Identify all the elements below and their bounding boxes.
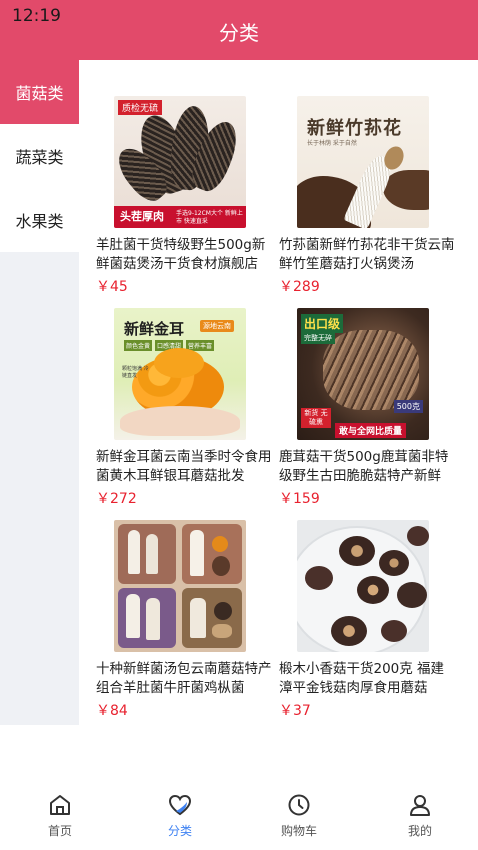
product-image[interactable]: 新鲜金耳 源地云南 颜色金黄 口感清甜 营养丰富 颗粒饱满 冷链直发 xyxy=(114,308,246,440)
quality-badge: 质检无硫 xyxy=(118,100,163,115)
product-card[interactable]: 新鲜金耳 源地云南 颜色金黄 口感清甜 营养丰富 颗粒饱满 冷链直发 新鲜金耳菌… xyxy=(96,308,272,508)
category-icon xyxy=(168,794,192,816)
tab-label: 首页 xyxy=(47,824,72,838)
category-page: 12:19 分类 菌菇类 蔬菜类 水果类 质检无硫 头茬厚肉 手选9-12CM大… xyxy=(0,0,478,850)
user-icon xyxy=(410,795,430,816)
product-card[interactable]: 出口级 完整无碎 新货 无硫熏 500克 敢与全网比质量 鹿茸菇干货500g鹿茸… xyxy=(279,308,455,508)
product-name: 椴木小香菇干货200克 福建漳平金钱菇肉厚食用蘑菇 xyxy=(279,661,445,696)
cart-clock-icon xyxy=(288,794,310,816)
product-image[interactable]: 质检无硫 头茬厚肉 手选9-12CM大个 新鲜上市 快速直采 xyxy=(114,96,246,228)
thumb-caption: 头茬厚肉 xyxy=(120,210,164,223)
product-image[interactable]: 出口级 完整无碎 新货 无硫熏 500克 敢与全网比质量 xyxy=(297,308,429,440)
bottom-tabbar: 首页 分类 购物车 我的 xyxy=(0,780,478,850)
product-price: ￥289 xyxy=(279,279,320,295)
product-name: 竹荪菌新鲜竹荪花非干货云南鲜竹笙蘑菇打火锅煲汤 xyxy=(279,237,455,272)
tab-home[interactable]: 首页 xyxy=(20,792,100,839)
sidebar-item-label: 水果类 xyxy=(15,212,64,231)
product-price: ￥159 xyxy=(279,491,320,507)
sidebar-item-fruits[interactable]: 水果类 xyxy=(0,188,79,252)
product-card[interactable]: 十种新鲜菌汤包云南蘑菇特产组合羊肚菌牛肝菌鸡枞菌 ￥84 xyxy=(96,520,272,720)
product-name: 十种新鲜菌汤包云南蘑菇特产组合羊肚菌牛肝菌鸡枞菌 xyxy=(96,661,272,696)
header-bar: 12:19 分类 xyxy=(0,0,478,60)
sidebar-item-mushrooms[interactable]: 菌菇类 xyxy=(0,60,79,124)
thumb-headline: 新鲜竹荪花 xyxy=(307,118,402,139)
product-card[interactable]: 椴木小香菇干货200克 福建漳平金钱菇肉厚食用蘑菇 ￥37 xyxy=(279,520,455,720)
product-price: ￥84 xyxy=(96,703,128,719)
thumb-caption: 敢与全网比质量 xyxy=(335,423,407,438)
thumb-badge: 新货 无硫熏 xyxy=(301,408,331,428)
thumb-weight: 500克 xyxy=(393,400,423,413)
thumb-chip: 颜色金黄 xyxy=(124,340,153,351)
tab-cart[interactable]: 购物车 xyxy=(259,792,339,839)
product-name: 新鲜金耳菌云南当季时令食用菌黄木耳鲜银耳蘑菇批发 xyxy=(96,449,272,484)
product-image[interactable] xyxy=(297,520,429,652)
product-image[interactable] xyxy=(114,520,246,652)
thumb-headline: 新鲜金耳 xyxy=(124,320,185,338)
tab-label: 我的 xyxy=(407,824,432,838)
tab-label: 分类 xyxy=(167,824,192,838)
product-name: 羊肚菌干货特级野生500g新鲜菌菇煲汤干货食材旗舰店 xyxy=(96,237,266,272)
thumb-note: 颗粒饱满 冷链直发 xyxy=(122,366,149,379)
thumb-tag: 源地云南 xyxy=(200,320,234,332)
thumb-headline: 出口级 xyxy=(301,314,344,333)
sidebar-item-vegetables[interactable]: 蔬菜类 xyxy=(0,124,79,188)
product-price: ￥45 xyxy=(96,279,128,295)
thumb-note: 长于林荫 采于自然 xyxy=(307,140,357,147)
category-sidebar: 菌菇类 蔬菜类 水果类 xyxy=(0,60,79,725)
product-image[interactable]: 新鲜竹荪花 长于林荫 采于自然 xyxy=(297,96,429,228)
sidebar-item-label: 菌菇类 xyxy=(15,84,64,103)
product-price: ￥272 xyxy=(96,491,137,507)
home-icon xyxy=(50,795,70,815)
thumb-sub: 完整无碎 xyxy=(301,332,335,344)
thumb-note: 手选9-12CM大个 新鲜上市 快速直采 xyxy=(176,210,243,225)
tab-profile[interactable]: 我的 xyxy=(380,792,460,839)
sidebar-item-label: 蔬菜类 xyxy=(15,148,64,167)
product-card[interactable]: 新鲜竹荪花 长于林荫 采于自然 竹荪菌新鲜竹荪花非干货云南鲜竹笙蘑菇打火锅煲汤 … xyxy=(279,96,455,296)
product-price: ￥37 xyxy=(279,703,311,719)
tab-label: 购物车 xyxy=(280,824,317,838)
tab-category[interactable]: 分类 xyxy=(140,792,220,839)
product-card[interactable]: 质检无硫 头茬厚肉 手选9-12CM大个 新鲜上市 快速直采 羊肚菌干货特级野生… xyxy=(96,96,272,296)
page-title: 分类 xyxy=(219,21,259,45)
product-name: 鹿茸菇干货500g鹿茸菌非特级野生古田脆脆菇特产新鲜 xyxy=(279,449,449,484)
